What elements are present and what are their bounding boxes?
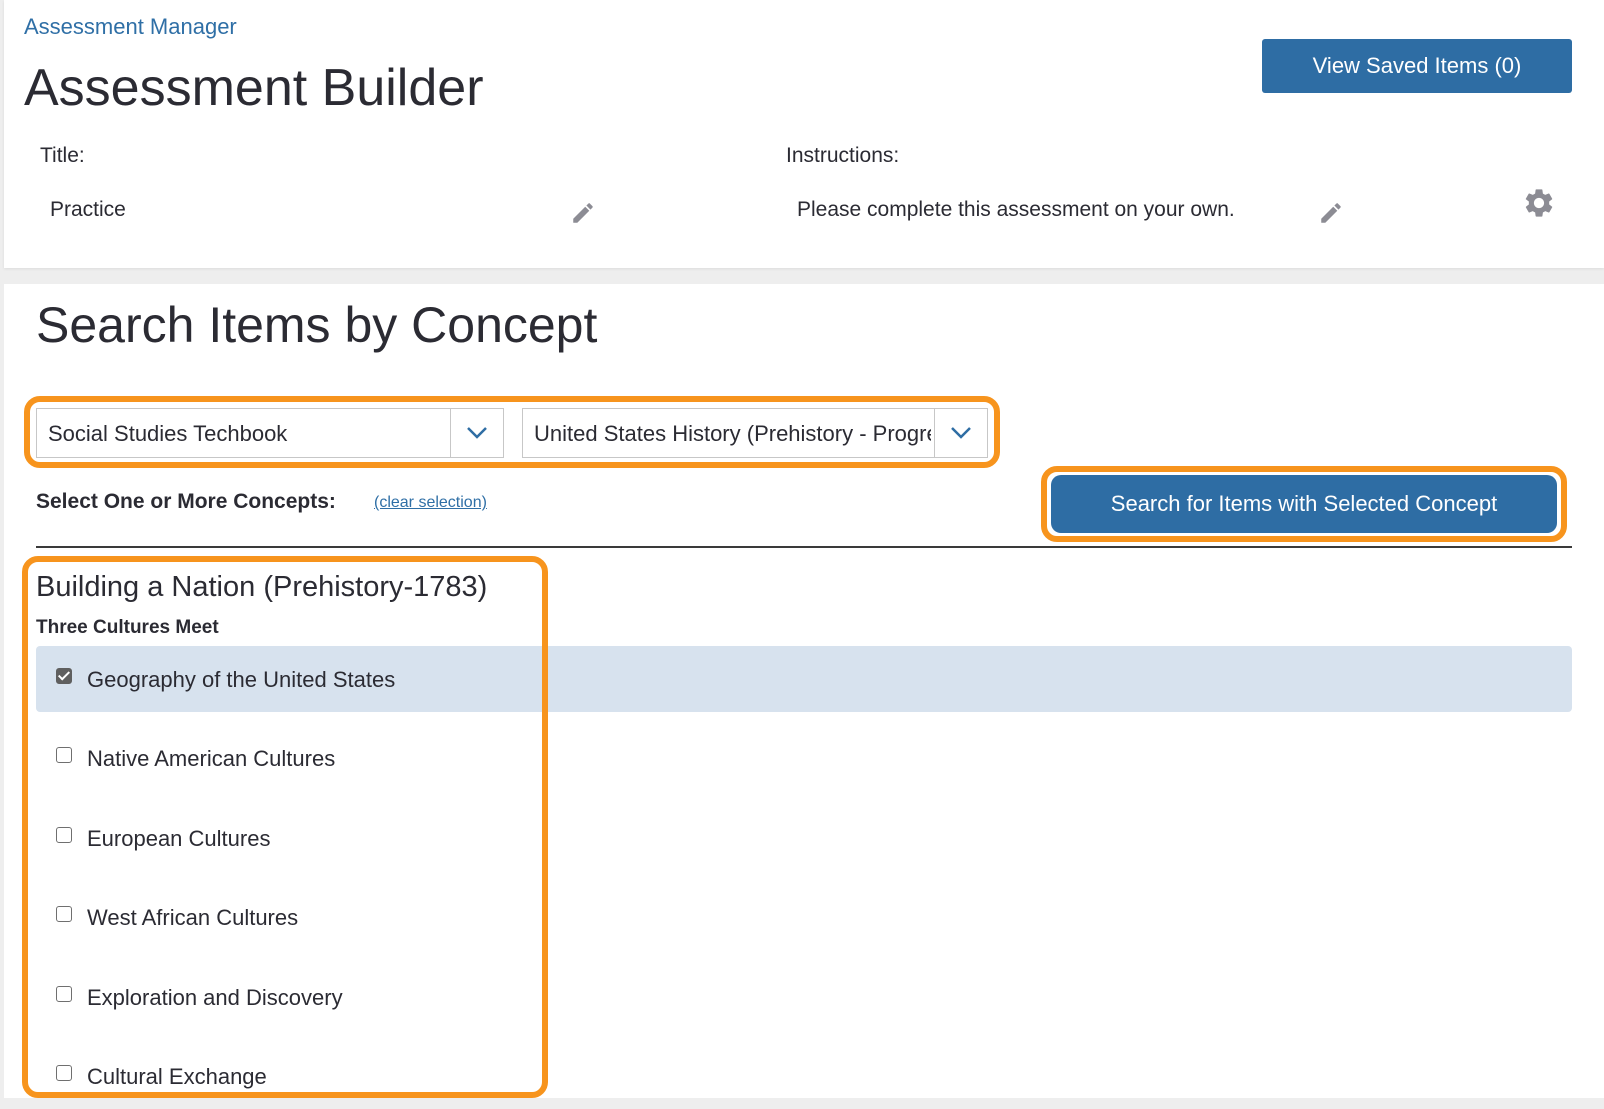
checkbox-icon[interactable] — [56, 906, 72, 922]
checkbox-icon[interactable] — [56, 668, 72, 684]
divider — [36, 546, 1572, 548]
concept-row-geography[interactable]: Geography of the United States — [36, 646, 1572, 712]
subunit-title: Three Cultures Meet — [36, 617, 219, 638]
title-label: Title: — [40, 144, 85, 167]
concept-row-cultural-exchange[interactable]: Cultural Exchange — [36, 1043, 1572, 1109]
checkbox-icon[interactable] — [56, 827, 72, 843]
concept-row-native-american[interactable]: Native American Cultures — [36, 725, 1572, 791]
concept-row-exploration[interactable]: Exploration and Discovery — [36, 964, 1572, 1030]
concept-label: West African Cultures — [87, 905, 299, 930]
course-select-toggle[interactable] — [934, 409, 987, 457]
checkbox-icon[interactable] — [56, 1065, 72, 1081]
unit-title: Building a Nation (Prehistory-1783) — [36, 571, 488, 603]
product-select-toggle[interactable] — [450, 409, 503, 457]
checkbox-icon[interactable] — [56, 747, 72, 763]
concept-label: Exploration and Discovery — [87, 985, 343, 1010]
title-value: Practice — [50, 198, 126, 221]
checkbox-icon[interactable] — [56, 986, 72, 1002]
edit-instructions-pencil-icon[interactable] — [1318, 200, 1344, 226]
concept-row-west-african[interactable]: West African Cultures — [36, 884, 1572, 950]
clear-selection-link[interactable]: (clear selection) — [374, 494, 487, 512]
view-saved-items-button[interactable]: View Saved Items (0) — [1262, 39, 1572, 93]
settings-gear-icon[interactable] — [1522, 186, 1556, 220]
chevron-down-icon — [951, 427, 971, 439]
select-concepts-label: Select One or More Concepts: — [36, 490, 336, 513]
instructions-value: Please complete this assessment on your … — [797, 198, 1235, 221]
search-items-button[interactable]: Search for Items with Selected Concept — [1051, 475, 1557, 533]
breadcrumb-assessment-manager[interactable]: Assessment Manager — [24, 14, 237, 40]
chevron-down-icon — [467, 427, 487, 439]
concept-label: Geography of the United States — [87, 667, 396, 692]
concept-label: Cultural Exchange — [87, 1064, 267, 1089]
product-select[interactable]: Social Studies Techbook — [36, 408, 504, 458]
edit-title-pencil-icon[interactable] — [570, 200, 596, 226]
concept-label: European Cultures — [87, 826, 271, 851]
page-title: Assessment Builder — [24, 59, 484, 117]
course-select-value: United States History (Prehistory - Prog… — [534, 421, 931, 446]
concept-label: Native American Cultures — [87, 746, 336, 771]
instructions-label: Instructions: — [786, 144, 900, 167]
concept-row-european[interactable]: European Cultures — [36, 805, 1572, 871]
product-select-value: Social Studies Techbook — [48, 421, 288, 446]
course-select[interactable]: United States History (Prehistory - Prog… — [522, 408, 988, 458]
search-section-title: Search Items by Concept — [36, 297, 598, 353]
